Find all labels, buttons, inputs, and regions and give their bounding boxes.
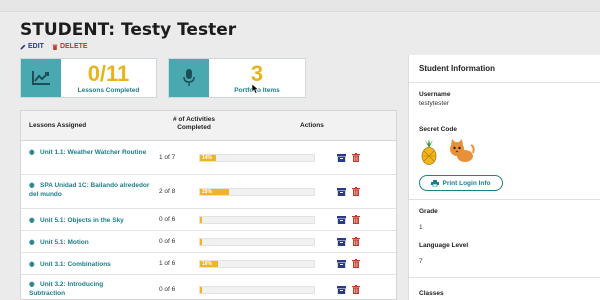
activity-count: 0 of 6: [159, 238, 176, 245]
progress-bar: 14%: [199, 154, 315, 162]
edit-label: EDIT: [28, 43, 44, 50]
delete-icon[interactable]: [352, 187, 360, 196]
lesson-title: Unit 1.1: Weather Watcher Routine: [40, 149, 147, 156]
username-value: testytester: [419, 100, 449, 107]
top-bar: [0, 0, 600, 12]
lesson-link[interactable]: ◉ Unit 5.1: Motion: [29, 238, 159, 247]
page-title: STUDENT: Testy Tester: [20, 20, 237, 40]
eye-icon: ◉: [29, 261, 35, 268]
lesson-link[interactable]: ◉ Unit 1.1: Weather Watcher Routine: [29, 148, 147, 157]
eye-icon: ◉: [29, 182, 35, 189]
lesson-title: Unit 5.1: Objects in the Sky: [40, 217, 124, 224]
archive-icon[interactable]: [337, 154, 346, 162]
lesson-title: SPA Unidad 1C: Bailando alrededor del mu…: [29, 182, 150, 198]
activity-count: 0 of 6: [159, 216, 176, 223]
language-level-label: Language Level: [419, 242, 469, 249]
archive-icon[interactable]: [337, 238, 346, 246]
progress-fill: 25%: [200, 189, 229, 195]
trash-icon: [52, 44, 58, 50]
archive-icon[interactable]: [337, 286, 346, 294]
eye-icon: ◉: [29, 217, 35, 224]
username-label: Username: [419, 91, 451, 98]
divider: [409, 82, 600, 83]
microphone-icon: [169, 59, 209, 97]
activity-count: 0 of 6: [159, 286, 176, 293]
chart-icon: [21, 59, 61, 97]
student-info-panel: Student Information Username testytester…: [408, 55, 600, 300]
header-actions: Actions: [300, 122, 324, 129]
print-login-label: Print Login Info: [442, 179, 491, 187]
progress-bar: [199, 216, 315, 224]
table-row: ◉ Unit 5.1: Motion 0 of 6: [21, 231, 396, 253]
progress-fill: [200, 239, 202, 245]
edit-link[interactable]: EDIT: [20, 43, 44, 50]
progress-bar: [199, 238, 315, 246]
archive-icon[interactable]: [337, 188, 346, 196]
panel-title: Student Information: [419, 64, 495, 73]
delete-icon[interactable]: [352, 237, 360, 246]
progress-bar: 16%: [199, 260, 315, 268]
print-login-button[interactable]: Print Login Info: [419, 175, 503, 191]
lesson-link[interactable]: ◉ SPA Unidad 1C: Bailando alrededor del m…: [29, 181, 151, 199]
grade-value: 1: [419, 224, 423, 231]
printer-icon: [431, 179, 440, 187]
lessons-completed-label: Lessons Completed: [77, 87, 140, 94]
lesson-link[interactable]: ◉ Unit 3.2: Introducing Subtraction: [29, 280, 139, 298]
lesson-title: Unit 3.1: Combinations: [40, 261, 111, 268]
portfolio-items-card[interactable]: 3 Portfolio Items: [168, 58, 306, 98]
lesson-link[interactable]: ◉ Unit 5.1: Objects in the Sky: [29, 216, 159, 225]
eye-icon: ◉: [29, 239, 35, 246]
eye-icon: ◉: [29, 149, 35, 156]
archive-icon[interactable]: [337, 216, 346, 224]
lesson-title: Unit 5.1: Motion: [40, 239, 89, 246]
secret-code-label: Secret Code: [419, 126, 457, 133]
delete-icon[interactable]: [352, 285, 360, 294]
delete-icon[interactable]: [352, 153, 360, 162]
mouse-cursor-icon: [252, 84, 259, 94]
lessons-table: Lessons Assigned # of Activities Complet…: [20, 110, 397, 300]
progress-fill: [200, 287, 202, 293]
progress-fill: [200, 217, 202, 223]
header-lessons: Lessons Assigned: [29, 122, 87, 129]
divider: [409, 199, 600, 200]
cat-icon: [450, 139, 475, 162]
table-row: ◉ SPA Unidad 1C: Bailando alrededor del m…: [21, 175, 396, 209]
lesson-link[interactable]: ◉ Unit 3.1: Combinations: [29, 260, 159, 269]
progress-bar: [199, 286, 315, 294]
eye-icon: ◉: [29, 281, 35, 288]
student-actions: EDIT DELETE: [20, 43, 88, 50]
language-level-value: 7: [419, 258, 423, 265]
progress-fill: 16%: [200, 261, 219, 267]
divider: [409, 277, 600, 278]
delete-link[interactable]: DELETE: [52, 43, 88, 50]
lessons-completed-value: 0/11: [87, 61, 130, 86]
header-activities: # of Activities Completed: [172, 116, 216, 131]
classes-label: Classes: [419, 290, 444, 297]
archive-icon[interactable]: [337, 260, 346, 268]
table-row: ◉ Unit 1.1: Weather Watcher Routine 1 of …: [21, 142, 396, 175]
portfolio-items-value: 3: [250, 61, 264, 86]
lesson-title: Unit 3.2: Introducing Subtraction: [29, 281, 104, 297]
grade-label: Grade: [419, 208, 438, 215]
progress-bar: 25%: [199, 188, 315, 196]
table-header: Lessons Assigned # of Activities Complet…: [21, 111, 396, 141]
progress-fill: 14%: [200, 155, 216, 161]
table-row: ◉ Unit 5.1: Objects in the Sky 0 of 6: [21, 209, 396, 231]
lessons-completed-card: 0/11 Lessons Completed: [20, 58, 157, 98]
pineapple-icon: [421, 139, 437, 165]
activity-count: 2 of 8: [159, 188, 176, 195]
delete-icon[interactable]: [352, 259, 360, 268]
pencil-icon: [20, 44, 26, 49]
delete-label: DELETE: [59, 43, 88, 50]
table-row: ◉ Unit 3.1: Combinations 1 of 6 16%: [21, 253, 396, 275]
delete-icon[interactable]: [352, 215, 360, 224]
table-row: ◉ Unit 3.2: Introducing Subtraction 0 of …: [21, 275, 396, 299]
activity-count: 1 of 6: [159, 260, 176, 267]
activity-count: 1 of 7: [159, 154, 176, 161]
